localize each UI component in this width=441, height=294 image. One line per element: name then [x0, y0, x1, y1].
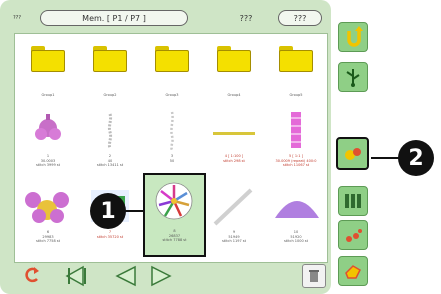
- return-button[interactable]: [338, 22, 368, 52]
- folder-icon: [217, 46, 251, 72]
- folder-icon: [93, 46, 127, 72]
- header-middle-text: ???: [239, 13, 253, 23]
- folder-item[interactable]: Group1: [19, 38, 77, 110]
- folder-icon: [155, 46, 189, 72]
- folder-item[interactable]: Group4: [205, 38, 263, 110]
- next-page-button[interactable]: [145, 264, 175, 288]
- design-item[interactable]: 10 51920 stitch 1000 st: [267, 184, 325, 256]
- header-left-tag: ???: [13, 15, 21, 21]
- design-item[interactable]: 6 29983 stitch 7758 st: [19, 184, 77, 256]
- folder-item[interactable]: Group2: [81, 38, 139, 110]
- ribbon-line-design-icon: [213, 132, 255, 135]
- back-arrow-icon: [25, 267, 39, 283]
- callout-line-2: [371, 157, 399, 159]
- folder-label: Group3: [165, 93, 179, 97]
- callout-marker-2: 2: [398, 140, 434, 176]
- usb-button[interactable]: [338, 62, 368, 92]
- design-caption: 6 29983 stitch 7758 st: [35, 230, 60, 243]
- design-caption: 8 26837 stitch 7788 st: [162, 229, 187, 242]
- design-item[interactable]: 3 50: [143, 110, 201, 182]
- design-item[interactable]: 5 [ 1:1 ] 30.0009 (repeat) 400:0 stitch …: [267, 110, 325, 182]
- design-caption: 2 40 stitch 13411 st: [96, 154, 124, 167]
- embroidery-move-button[interactable]: [336, 137, 369, 170]
- design-caption: 3 50: [169, 154, 175, 163]
- design-item[interactable]: 2 40 stitch 13411 st: [81, 110, 139, 182]
- delete-button[interactable]: [302, 264, 326, 288]
- pink-flower-design-icon: [35, 114, 61, 140]
- folder-icon: [279, 46, 313, 72]
- top-bar: ??? Mem. [ P1 / P7 ] ??? ???: [6, 8, 326, 30]
- main-panel: ??? Mem. [ P1 / P7 ] ??? ??? Group1 Grou…: [0, 0, 331, 294]
- folder-label: Group4: [227, 93, 241, 97]
- design-item[interactable]: 9 51949 stitch 1197 st: [205, 184, 263, 256]
- folder-label: Group2: [103, 93, 117, 97]
- hand-icon: [345, 265, 361, 279]
- design-caption: 5 [ 1:1 ] 30.0009 (repeat) 400:0 stitch …: [275, 154, 317, 167]
- first-page-icon: [65, 265, 86, 287]
- prev-page-icon: [115, 265, 136, 287]
- thread-button[interactable]: [338, 186, 368, 216]
- first-page-button[interactable]: [62, 264, 92, 288]
- sew-button[interactable]: [338, 220, 368, 250]
- back-button[interactable]: [20, 264, 44, 288]
- design-caption: 7 stitch 35720 st: [96, 230, 124, 239]
- pink-flowers-design-icon: [25, 192, 69, 223]
- hand-button[interactable]: [338, 256, 368, 286]
- callout-line-1: [124, 210, 144, 212]
- design-caption: 4 [ 1:100 ] stitch 298 st: [223, 154, 245, 163]
- pink-column-design-icon: [291, 112, 301, 148]
- design-caption: 1 30.0003 stitch 3999 st: [35, 154, 60, 167]
- previous-page-button[interactable]: [112, 264, 142, 288]
- callout-marker-1: 1: [90, 193, 126, 229]
- header-right-pill[interactable]: ???: [278, 10, 322, 26]
- thread-spools-icon: [345, 194, 361, 208]
- next-page-icon: [151, 265, 172, 287]
- folder-item[interactable]: Group3: [143, 38, 201, 110]
- diagonal-stitch-design-icon: [213, 188, 253, 226]
- selected-design-item[interactable]: 8 26837 stitch 7788 st: [143, 173, 206, 257]
- design-caption: 9 51949 stitch 1197 st: [221, 230, 246, 243]
- folder-label: Group1: [41, 93, 55, 97]
- design-item[interactable]: 1 30.0003 stitch 3999 st: [19, 110, 77, 182]
- usb-icon: [346, 69, 360, 87]
- delete-icon: [309, 270, 319, 282]
- design-caption: 10 51920 stitch 1000 st: [283, 230, 308, 243]
- u-turn-arrow-icon: [347, 26, 363, 47]
- stitch-line-design-icon: [107, 113, 113, 149]
- folder-item[interactable]: Group5: [267, 38, 325, 110]
- header-title: Mem. [ P1 / P7 ]: [40, 10, 188, 26]
- stitch-line-design-icon: [170, 111, 174, 151]
- pinwheel-flower-design-icon: [155, 182, 193, 220]
- folder-label: Group5: [289, 93, 303, 97]
- sewing-machine-icon: [346, 229, 362, 242]
- embroidery-move-icon: [344, 147, 361, 160]
- purple-arc-design-icon: [275, 201, 319, 218]
- folder-icon: [31, 46, 65, 72]
- design-item[interactable]: 4 [ 1:100 ] stitch 298 st: [205, 110, 263, 182]
